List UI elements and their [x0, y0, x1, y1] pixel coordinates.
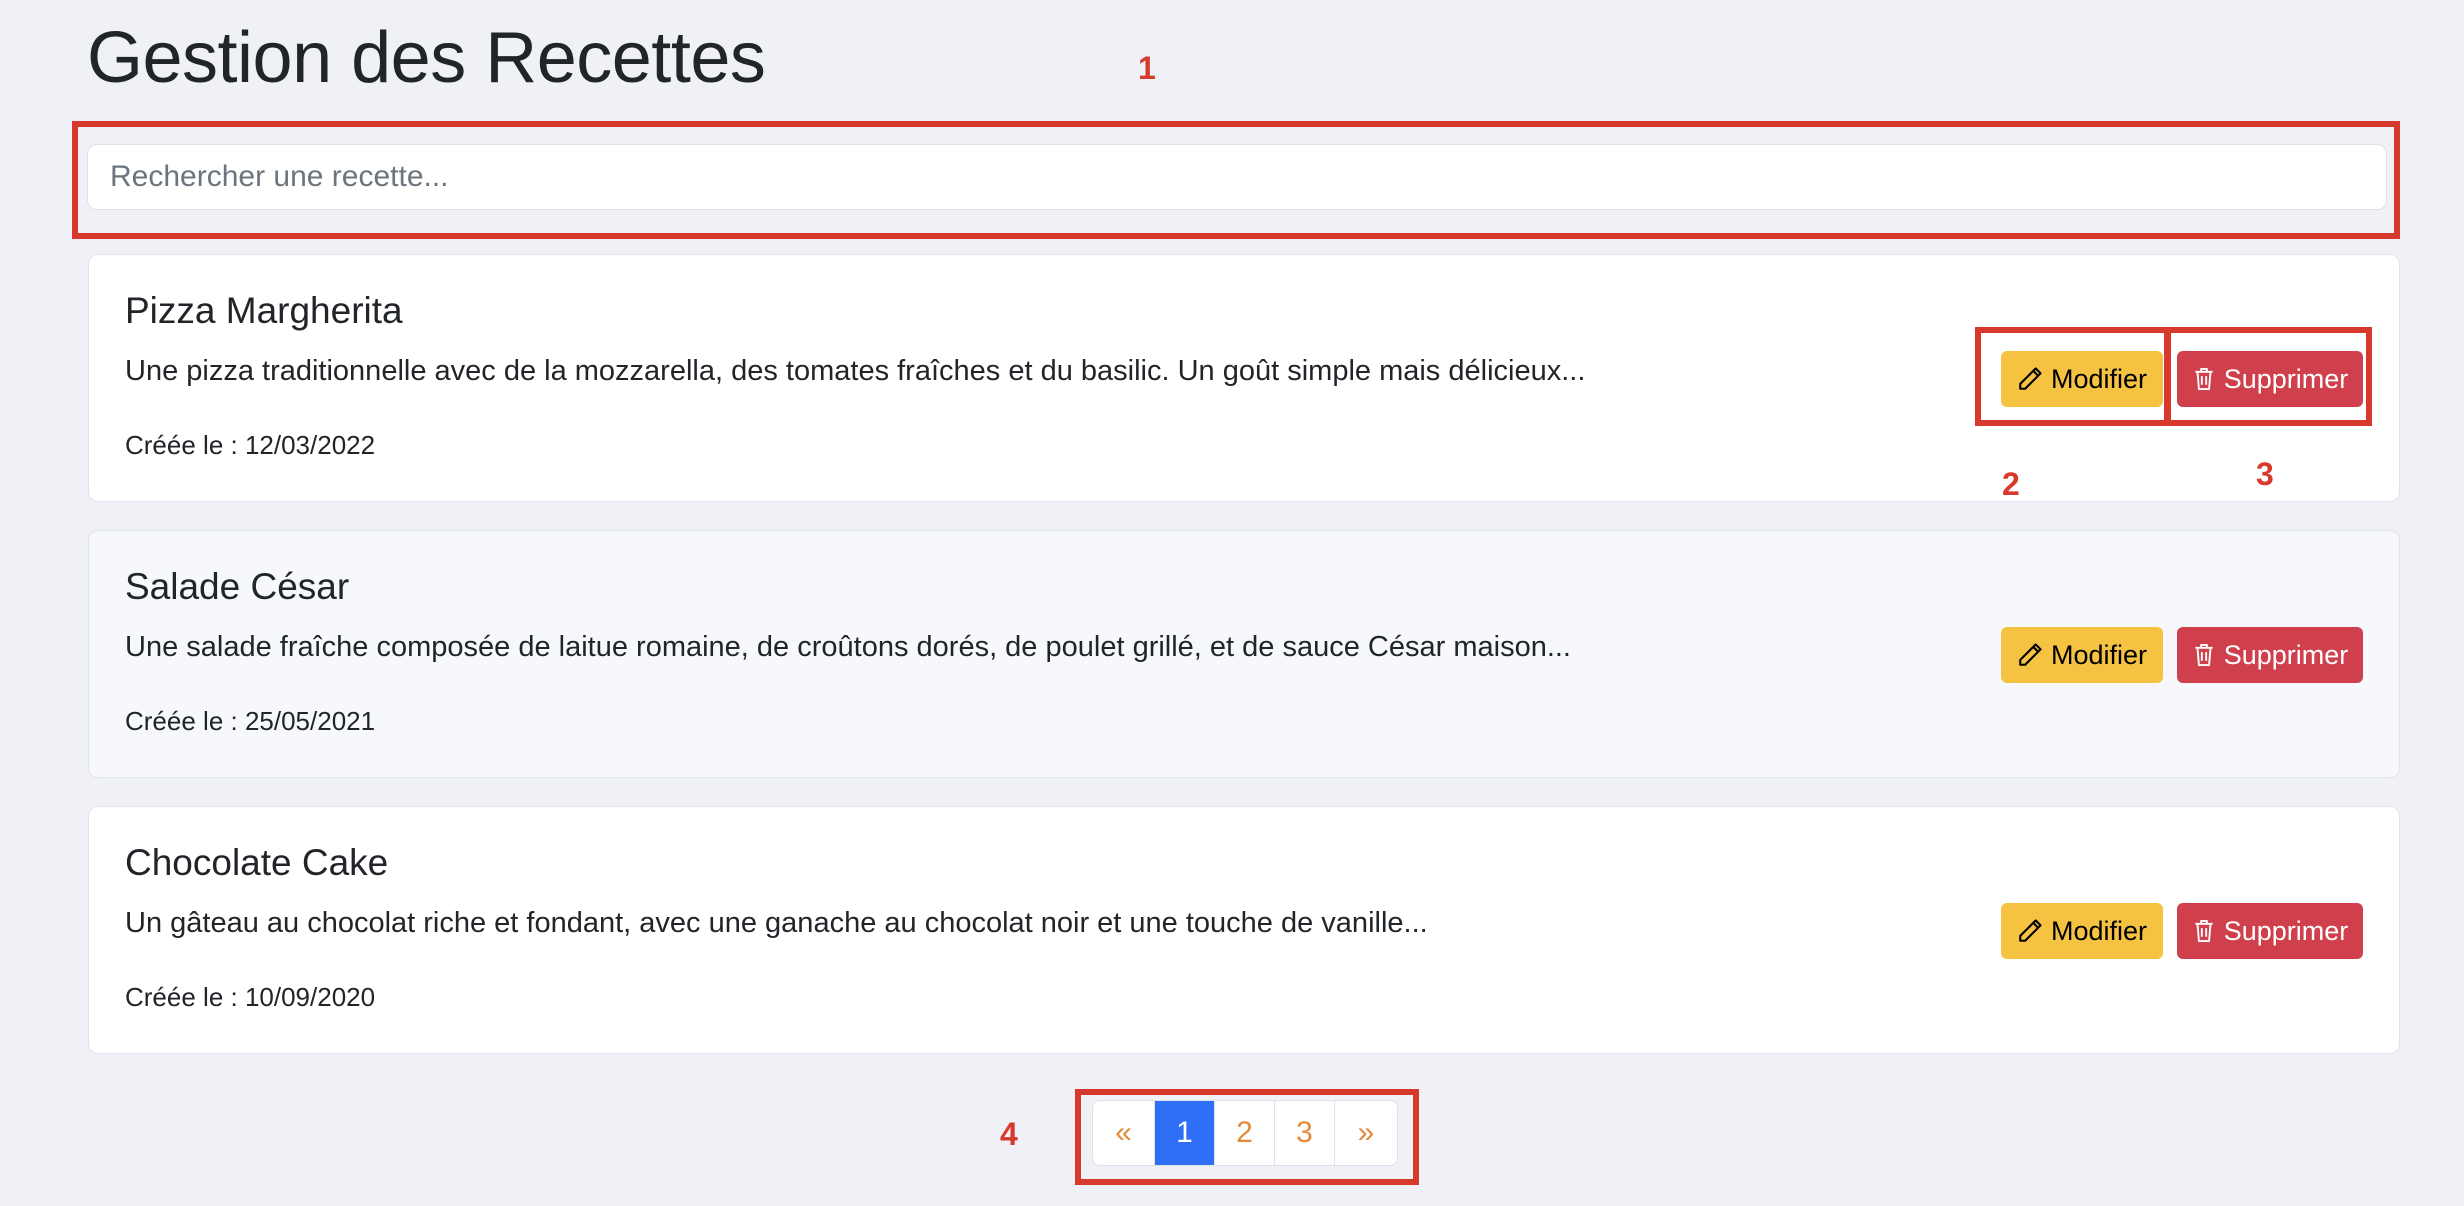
- pencil-icon: [2019, 643, 2042, 666]
- edit-button[interactable]: Modifier: [2001, 351, 2163, 407]
- search-container: [87, 144, 2387, 210]
- recipe-title: Salade César: [125, 566, 350, 607]
- pagination-page-2[interactable]: 2: [1215, 1101, 1275, 1165]
- pagination: « 1 2 3 »: [1092, 1100, 1398, 1166]
- edit-button-label: Modifier: [2050, 915, 2148, 946]
- recipe-date: Créée le : 10/09/2020: [125, 982, 376, 1012]
- edit-button[interactable]: Modifier: [2001, 627, 2163, 683]
- trash-icon: [2195, 919, 2213, 943]
- edit-button[interactable]: Modifier: [2001, 903, 2163, 959]
- annotation-label-3: 3: [2256, 456, 2274, 492]
- pagination-page-1[interactable]: 1: [1155, 1101, 1215, 1165]
- search-input[interactable]: [87, 144, 2387, 210]
- page-title: Gestion des Recettes: [87, 18, 766, 98]
- recipe-card: Salade César Une salade fraîche composée…: [88, 530, 2400, 778]
- recipe-date: Créée le : 25/05/2021: [125, 706, 376, 736]
- delete-button[interactable]: Supprimer: [2177, 351, 2363, 407]
- recipe-description: Une pizza traditionnelle avec de la mozz…: [125, 355, 1586, 387]
- recipe-title: Chocolate Cake: [125, 842, 389, 883]
- recipe-description: Un gâteau au chocolat riche et fondant, …: [125, 907, 1428, 939]
- recipe-card: Pizza Margherita Une pizza traditionnell…: [88, 254, 2400, 502]
- delete-button-label: Supprimer: [2223, 915, 2349, 946]
- edit-button-label: Modifier: [2050, 639, 2148, 670]
- recipe-description: Une salade fraîche composée de laitue ro…: [125, 631, 1571, 663]
- pencil-icon: [2019, 367, 2042, 390]
- recipe-management-page: Gestion des Recettes 1 Pizza Margherita …: [0, 0, 2464, 1206]
- edit-button-label: Modifier: [2050, 363, 2148, 394]
- pagination-next[interactable]: »: [1335, 1101, 1397, 1165]
- pencil-icon: [2019, 919, 2042, 942]
- annotation-label-1: 1: [1138, 50, 1156, 86]
- pagination-page-3[interactable]: 3: [1275, 1101, 1335, 1165]
- recipe-date: Créée le : 12/03/2022: [125, 430, 376, 460]
- recipe-card: Chocolate Cake Un gâteau au chocolat ric…: [88, 806, 2400, 1054]
- delete-button-label: Supprimer: [2223, 639, 2349, 670]
- delete-button[interactable]: Supprimer: [2177, 627, 2363, 683]
- delete-button[interactable]: Supprimer: [2177, 903, 2363, 959]
- trash-icon: [2195, 367, 2213, 391]
- annotation-label-4: 4: [1000, 1116, 1018, 1152]
- delete-button-label: Supprimer: [2223, 363, 2349, 394]
- annotation-label-2: 2: [2002, 466, 2020, 502]
- pagination-prev[interactable]: «: [1093, 1101, 1155, 1165]
- recipe-title: Pizza Margherita: [125, 290, 403, 331]
- trash-icon: [2195, 643, 2213, 667]
